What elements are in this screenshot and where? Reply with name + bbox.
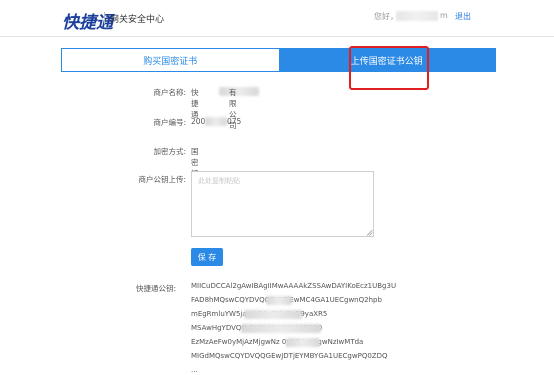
redacted-username [396, 11, 438, 21]
redacted-key-segment [286, 338, 320, 347]
key-line: MIICuDCCAl2gAwIBAgIIMwAAAAkZSSAwDAYIKoEc… [191, 282, 397, 290]
merchant-no-label: 商户编号: [153, 118, 186, 127]
upload-label: 商户公钥上传: [138, 175, 186, 184]
resize-grip-icon[interactable] [366, 229, 373, 236]
key-line: MIGdMQswCQYDVQQGEwJDTjEYMBYGA1UECgwPQ0ZD… [191, 352, 388, 360]
save-button[interactable]: 保 存 [191, 248, 223, 266]
tab-buy-cert[interactable]: 购买国密证书 [62, 49, 279, 71]
username-suffix: m [440, 11, 448, 20]
public-key-textarea[interactable] [191, 171, 374, 237]
logout-link[interactable]: 退出 [455, 11, 471, 22]
kjt-key-label: 快捷通公钥: [136, 284, 177, 293]
logo-divider [104, 12, 105, 24]
redacted-key-segment [244, 310, 302, 319]
site-subtitle: 网关安全中心 [110, 15, 165, 25]
key-line: EzMzAeFw0yMjAzMjgwNz 0yNDAzMjgwNzIwMTda [191, 338, 364, 346]
key-line: ... [191, 366, 198, 374]
merchant-name-prefix: 快捷通 [191, 88, 199, 119]
redacted-merchant-no [205, 117, 227, 126]
merchant-name-label: 商户名称: [153, 88, 186, 97]
header-divider [0, 36, 554, 37]
brand-logo: 快捷通 [62, 13, 113, 33]
tab-upload-public-key[interactable]: 上传国密证书公钥 [278, 49, 495, 71]
merchant-no-prefix: 200 [191, 117, 206, 126]
merchant-no-suffix: 075 [227, 117, 242, 126]
top-header: 快捷通 网关安全中心 您好， m 退出 [0, 0, 554, 36]
encrypt-label: 加密方式: [153, 147, 186, 156]
cert-tabs: 购买国密证书 上传国密证书公钥 [61, 48, 496, 72]
greeting-text: 您好， [374, 12, 398, 21]
redacted-key-segment [266, 296, 292, 305]
redacted-key-segment [241, 324, 321, 333]
redacted-merchant-name [219, 87, 259, 96]
